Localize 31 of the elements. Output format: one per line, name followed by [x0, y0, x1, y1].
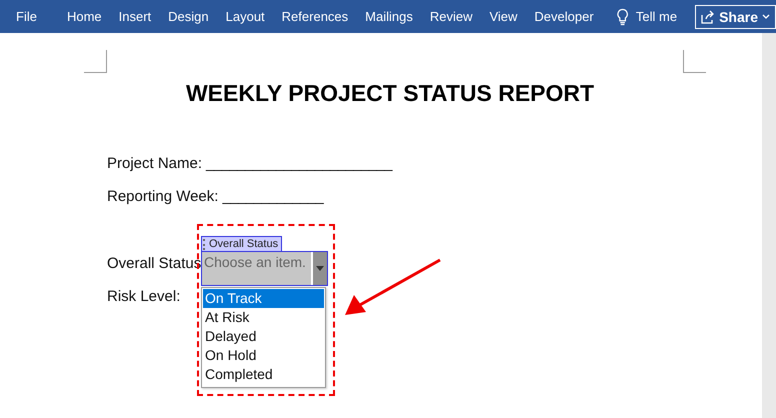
- caret-icon[interactable]: [316, 266, 324, 271]
- fill-in-line: _____________: [222, 188, 324, 207]
- caret-icon: [762, 14, 770, 20]
- ribbon-tab[interactable]: Developer: [534, 9, 594, 24]
- control-tag[interactable]: Overall Status: [201, 236, 282, 251]
- field-label: Overall Status: [107, 255, 202, 274]
- dropdown-option[interactable]: On Hold: [203, 346, 324, 365]
- dropdown-option[interactable]: Delayed: [203, 327, 324, 346]
- tell-me-field[interactable]: Tell me: [636, 9, 678, 24]
- dropdown-option[interactable]: At Risk: [203, 308, 324, 327]
- margin-mark: [683, 50, 706, 73]
- field-label: Reporting Week:: [107, 188, 218, 207]
- ribbon-tab[interactable]: Mailings: [365, 9, 413, 24]
- fill-in-line: ________________________: [206, 155, 392, 174]
- ribbon-tab[interactable]: References: [282, 9, 348, 24]
- ribbon-tab[interactable]: Home: [66, 9, 102, 24]
- ribbon-tab[interactable]: View: [489, 9, 518, 24]
- ribbon-tab[interactable]: Review: [430, 9, 472, 24]
- ribbon-tab[interactable]: Insert: [118, 9, 152, 24]
- margin-mark: [84, 50, 107, 73]
- document-title: WEEKLY PROJECT STATUS REPORT: [186, 80, 594, 107]
- field-label: Risk Level:: [107, 288, 180, 307]
- ribbon-tab[interactable]: Design: [168, 9, 209, 24]
- dropdown-option[interactable]: On Track: [203, 289, 324, 308]
- share-button[interactable]: Share: [695, 4, 776, 28]
- ribbon-tab[interactable]: File: [16, 9, 37, 24]
- dropdown-option[interactable]: Completed: [203, 365, 324, 384]
- share-icon: [701, 10, 716, 24]
- ribbon-tab[interactable]: Layout: [226, 9, 265, 24]
- lightbulb-icon[interactable]: [616, 8, 628, 26]
- field-label: Project Name:: [107, 155, 202, 174]
